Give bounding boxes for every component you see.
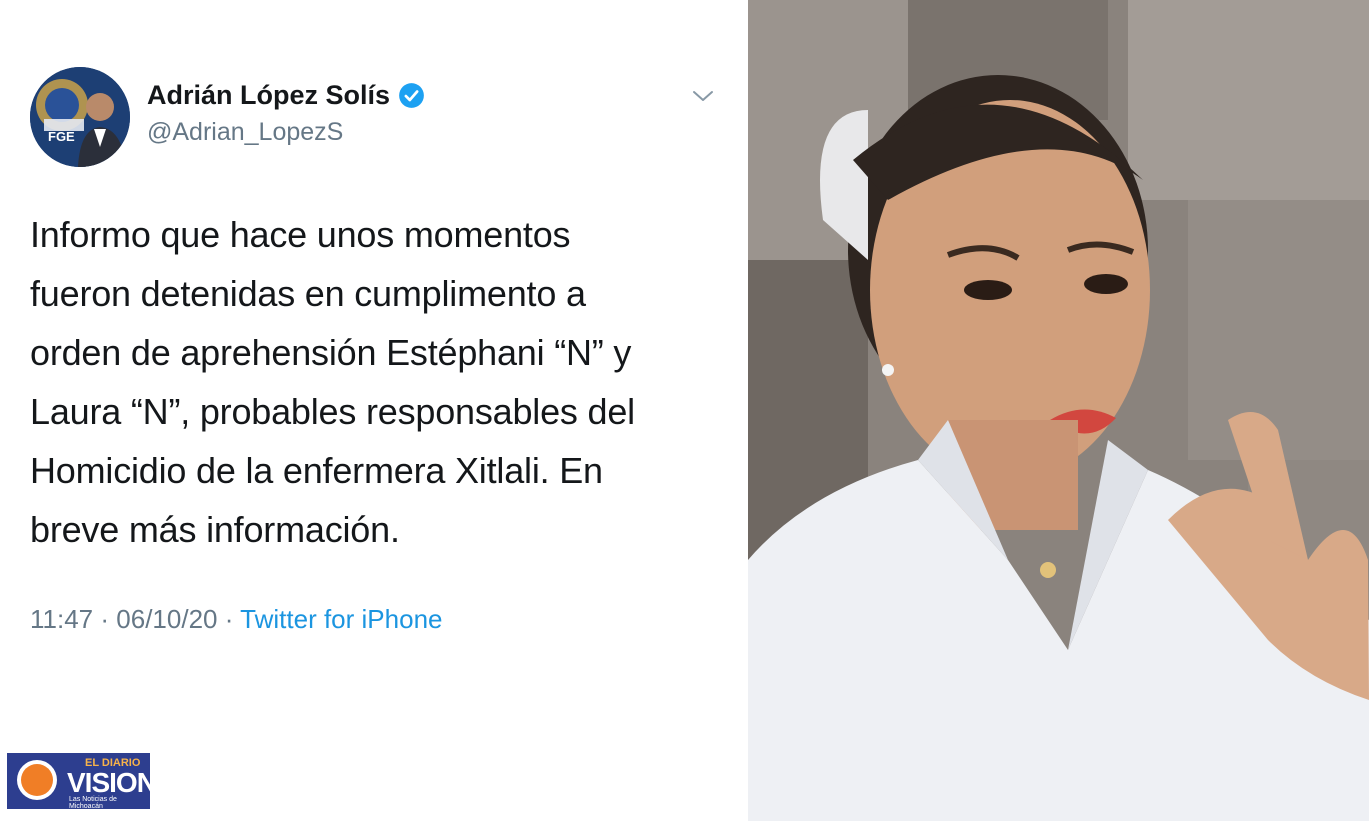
tweet-text-line: Homicidio de la enfermera Xitlali. En [30, 450, 603, 491]
verified-badge-icon [399, 83, 424, 108]
tweet-text-line: orden de aprehensión Estéphani “N” y [30, 332, 632, 373]
nurse-photo [748, 0, 1369, 821]
avatar-badge: FGE [48, 129, 75, 144]
tweet-source-link[interactable]: Twitter for iPhone [240, 604, 442, 634]
avatar[interactable]: FGE [30, 67, 130, 167]
logo-eye-icon [21, 764, 53, 796]
tweet-card: FGE Adrián López Solís @Adrian_LopezS In… [0, 0, 745, 821]
tweet-text-line: fueron detenidas en cumplimento a [30, 273, 586, 314]
logo-big-text: VISION [67, 767, 150, 798]
watermark-logo: EL DIARIO VISION Las Noticias de Michoac… [7, 753, 150, 809]
chevron-down-icon[interactable] [690, 86, 716, 106]
tweet-text-line: breve más información. [30, 509, 400, 550]
meta-separator: · [224, 604, 234, 634]
tweet-text-line: Informo que hace unos momentos [30, 214, 571, 255]
meta-separator: · [100, 604, 110, 634]
tweet-meta: 11:47 · 06/10/20 · Twitter for iPhone [30, 604, 442, 635]
tweet-time[interactable]: 11:47 [30, 604, 93, 634]
tweet-date[interactable]: 06/10/20 [116, 604, 217, 634]
author-handle[interactable]: @Adrian_LopezS [147, 118, 343, 147]
tweet-text-line: Laura “N”, probables responsables del [30, 391, 635, 432]
display-name[interactable]: Adrián López Solís [147, 80, 390, 111]
tweet-text: Informo que hace unos momentos fueron de… [30, 205, 730, 559]
logo-tagline: Las Noticias de Michoacán [69, 796, 117, 809]
author-row: Adrián López Solís [147, 80, 425, 111]
